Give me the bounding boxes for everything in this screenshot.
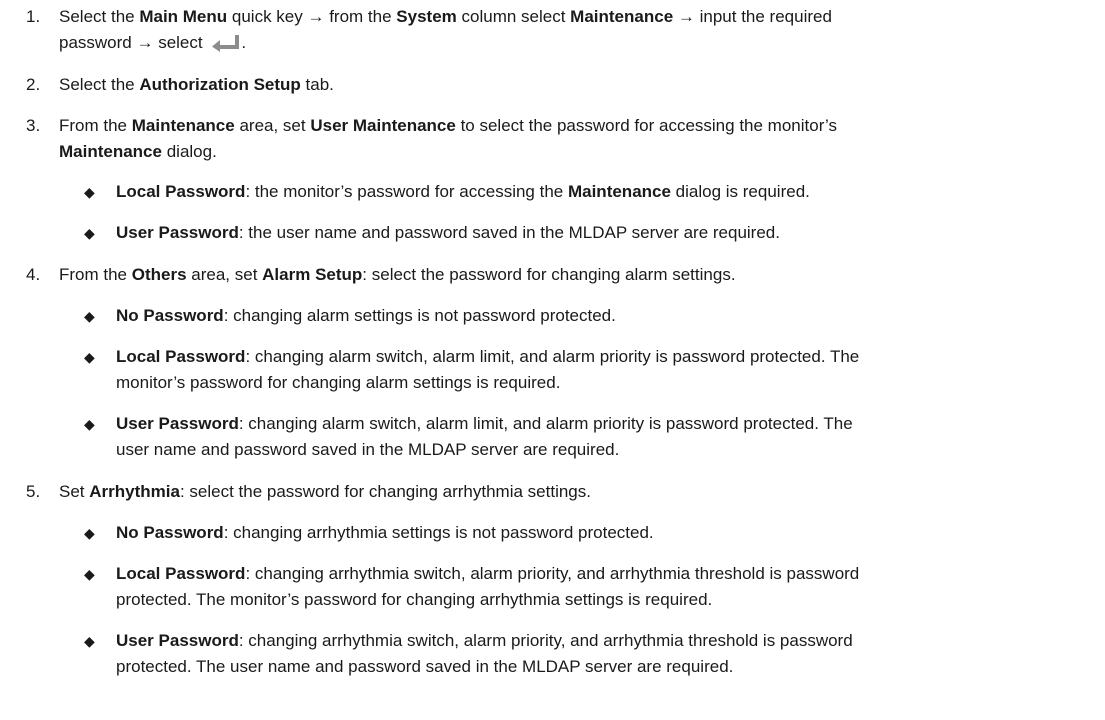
step-text: Select the Main Menu quick key → from th… — [59, 7, 832, 26]
step-number: 3. — [26, 116, 41, 135]
system-label: System — [396, 7, 457, 26]
step-text: Select the Authorization Setup tab. — [59, 75, 334, 94]
diamond-bullet-icon: ◆ — [84, 416, 95, 432]
step-text: From the Others area, set Alarm Setup: s… — [59, 265, 736, 284]
arrhythmia-label: Arrhythmia — [89, 482, 180, 501]
diamond-bullet-icon: ◆ — [84, 566, 95, 582]
diamond-bullet-icon: ◆ — [84, 633, 95, 649]
maintenance-label: Maintenance — [570, 7, 674, 26]
step-number: 1. — [26, 7, 41, 26]
diamond-bullet-icon: ◆ — [84, 525, 95, 541]
step-number: 4. — [26, 265, 41, 284]
step-number: 5. — [26, 482, 41, 501]
document-page: 1. Select the Main Menu quick key → from… — [0, 0, 1105, 720]
diamond-bullet-icon: ◆ — [84, 349, 95, 365]
alarm-setup-label: Alarm Setup — [262, 265, 363, 284]
enter-key-icon — [211, 34, 241, 60]
step-text-line2: password → select . — [59, 30, 1089, 60]
user-maintenance-label: User Maintenance — [310, 116, 456, 135]
others-label: Others — [131, 265, 187, 284]
step-number: 2. — [26, 75, 41, 94]
step-text: From the Maintenance area, set User Main… — [59, 116, 837, 135]
diamond-bullet-icon: ◆ — [84, 225, 95, 241]
diamond-bullet-icon: ◆ — [84, 308, 95, 324]
step-text-line2: Maintenance dialog. — [59, 142, 217, 161]
main-menu-label: Main Menu — [139, 7, 228, 26]
step-text: Set Arrhythmia: select the password for … — [59, 482, 591, 501]
authorization-setup-label: Authorization Setup — [139, 75, 301, 94]
diamond-bullet-icon: ◆ — [84, 184, 95, 200]
